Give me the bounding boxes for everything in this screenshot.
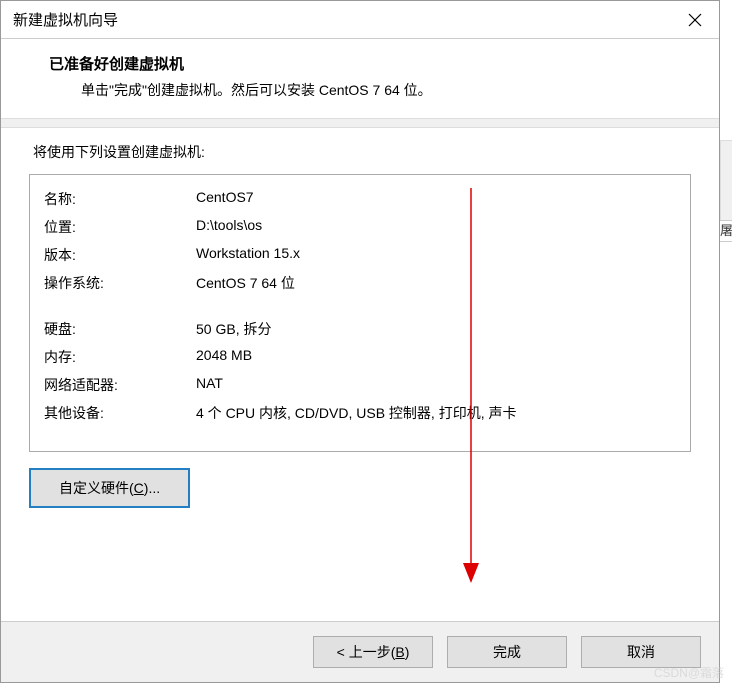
separator xyxy=(1,118,719,128)
settings-row-disk: 硬盘: 50 GB, 拆分 xyxy=(44,315,676,343)
settings-row-name: 名称: CentOS7 xyxy=(44,185,676,213)
settings-key: 其他设备: xyxy=(44,403,196,423)
footer: < 上一步(B) 完成 取消 xyxy=(1,621,719,682)
settings-row-network: 网络适配器: NAT xyxy=(44,371,676,399)
settings-intro-label: 将使用下列设置创建虚拟机: xyxy=(29,142,691,162)
window-title: 新建虚拟机向导 xyxy=(13,9,118,30)
settings-summary-box: 名称: CentOS7 位置: D:\tools\os 版本: Workstat… xyxy=(29,174,691,452)
settings-val: CentOS7 xyxy=(196,189,676,209)
header-title: 已准备好创建虚拟机 xyxy=(49,53,689,74)
settings-val: CentOS 7 64 位 xyxy=(196,273,676,293)
settings-val: 2048 MB xyxy=(196,347,676,367)
cancel-button[interactable]: 取消 xyxy=(581,636,701,668)
settings-key: 操作系统: xyxy=(44,273,196,293)
settings-val: 4 个 CPU 内核, CD/DVD, USB 控制器, 打印机, 声卡 xyxy=(196,403,676,423)
header-section: 已准备好创建虚拟机 单击"完成"创建虚拟机。然后可以安装 CentOS 7 64… xyxy=(1,39,719,118)
content-area: 将使用下列设置创建虚拟机: 名称: CentOS7 位置: D:\tools\o… xyxy=(1,128,719,621)
button-label-prefix: < 上一步( xyxy=(337,642,396,662)
settings-key: 网络适配器: xyxy=(44,375,196,395)
settings-key: 位置: xyxy=(44,217,196,237)
close-button[interactable] xyxy=(683,8,707,32)
settings-key: 版本: xyxy=(44,245,196,265)
button-label-key: B xyxy=(395,644,404,660)
button-label-key: C xyxy=(134,480,144,496)
right-edge-label: 屠 xyxy=(720,220,732,242)
settings-val: 50 GB, 拆分 xyxy=(196,319,676,339)
button-label-prefix: 自定义硬件( xyxy=(59,480,134,496)
settings-row-location: 位置: D:\tools\os xyxy=(44,213,676,241)
settings-row-version: 版本: Workstation 15.x xyxy=(44,241,676,269)
settings-key: 名称: xyxy=(44,189,196,209)
settings-row-os: 操作系统: CentOS 7 64 位 xyxy=(44,269,676,297)
settings-row-other: 其他设备: 4 个 CPU 内核, CD/DVD, USB 控制器, 打印机, … xyxy=(44,399,676,427)
close-icon xyxy=(688,13,702,27)
settings-val: D:\tools\os xyxy=(196,217,676,237)
titlebar: 新建虚拟机向导 xyxy=(1,1,719,39)
settings-key: 硬盘: xyxy=(44,319,196,339)
customize-hardware-button[interactable]: 自定义硬件(C)... xyxy=(29,468,190,508)
custom-hardware-row: 自定义硬件(C)... xyxy=(29,468,691,508)
back-button[interactable]: < 上一步(B) xyxy=(313,636,433,668)
finish-button[interactable]: 完成 xyxy=(447,636,567,668)
wizard-dialog: 新建虚拟机向导 已准备好创建虚拟机 单击"完成"创建虚拟机。然后可以安装 Cen… xyxy=(0,0,720,683)
header-subtitle: 单击"完成"创建虚拟机。然后可以安装 CentOS 7 64 位。 xyxy=(49,80,689,100)
button-label-suffix: )... xyxy=(144,480,160,496)
settings-val: NAT xyxy=(196,375,676,395)
settings-row-memory: 内存: 2048 MB xyxy=(44,343,676,371)
settings-key: 内存: xyxy=(44,347,196,367)
button-label-suffix: ) xyxy=(405,644,410,660)
settings-val: Workstation 15.x xyxy=(196,245,676,265)
